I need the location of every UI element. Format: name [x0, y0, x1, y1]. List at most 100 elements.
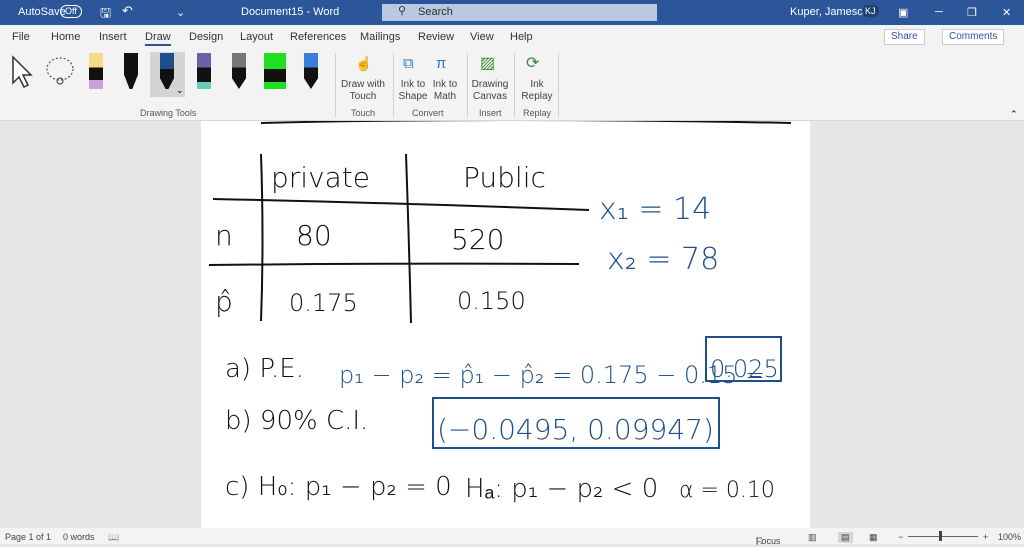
share-button[interactable]: Share — [884, 29, 925, 45]
tab-help[interactable]: Help — [510, 31, 533, 43]
group-convert: Convert — [412, 108, 444, 118]
ink-col-public: Public — [463, 161, 546, 194]
group-insert: Insert — [479, 108, 502, 118]
ink-line — [260, 153, 264, 322]
drawing-canvas-icon[interactable]: ▨ — [480, 53, 495, 73]
document-title: Document15 - Word — [241, 6, 340, 18]
autosave-label: AutoSave — [18, 6, 66, 18]
ink-part-c-h0: c) H₀: p₁ − p₂ = 0 — [225, 472, 452, 502]
ink-to-shape-icon[interactable]: ⧉ — [403, 55, 414, 72]
ink-replay-icon[interactable]: ⟳ — [526, 53, 539, 73]
select-arrow-icon[interactable] — [10, 55, 36, 89]
separator — [393, 53, 394, 117]
focus-label: Focus — [756, 536, 781, 546]
tab-file[interactable]: File — [12, 31, 30, 43]
user-name[interactable]: Kuper, Jameson — [790, 6, 870, 18]
ink-canvas: private Public n p̂ 80 520 0.175 0.150 x… — [208, 119, 792, 504]
search-box[interactable]: Search — [382, 4, 657, 21]
tab-layout[interactable]: Layout — [240, 31, 273, 43]
ink-part-a-label: a) P.E. — [225, 354, 304, 384]
group-drawing-tools: Drawing Tools — [140, 108, 197, 118]
web-layout-icon[interactable]: ▦ — [869, 532, 878, 543]
ink-line — [212, 198, 590, 211]
ink-part-b-result: (−0.0495, 0.09947) — [437, 413, 714, 446]
undo-icon[interactable]: ↶ — [122, 3, 133, 19]
ink-to-math-icon[interactable]: π — [436, 55, 446, 72]
ink-p-private: 0.175 — [289, 289, 358, 317]
ink-part-a-result: 0.025 — [710, 355, 779, 383]
document-page[interactable]: private Public n p̂ 80 520 0.175 0.150 x… — [201, 119, 810, 528]
ribbon: ⌄ Drawing Tools ☝ Draw with Touch Touch … — [0, 47, 1024, 121]
save-icon[interactable]: 🖫 — [100, 4, 111, 26]
page-count[interactable]: Page 1 of 1 — [5, 532, 51, 542]
search-icon: ⚲ — [398, 5, 407, 17]
tab-design[interactable]: Design — [189, 31, 223, 43]
tab-mailings[interactable]: Mailings — [360, 31, 400, 43]
group-replay: Replay — [523, 108, 552, 118]
ink-line-cutoff — [260, 119, 792, 124]
drawing-canvas-button[interactable]: Drawing Canvas — [470, 79, 510, 103]
separator — [558, 53, 559, 117]
read-mode-icon[interactable]: ▥ — [808, 532, 817, 543]
close-icon[interactable]: ✕ — [1002, 6, 1011, 19]
lasso-icon[interactable] — [44, 55, 76, 89]
highlighter-icon[interactable] — [264, 53, 286, 89]
collapse-ribbon-icon[interactable]: ⌃ — [1010, 109, 1018, 120]
ink-to-math-button[interactable]: Ink to Math — [430, 79, 460, 103]
draw-with-touch-icon[interactable]: ☝ — [355, 55, 372, 72]
action-pen-icon[interactable] — [304, 53, 318, 89]
restore-icon[interactable]: ❐ — [967, 6, 977, 19]
word-count[interactable]: 0 words — [63, 532, 95, 542]
ink-to-shape-button[interactable]: Ink to Shape — [398, 79, 428, 103]
minimize-icon[interactable]: ─ — [935, 6, 943, 18]
chevron-down-icon[interactable]: ⌄ — [176, 85, 184, 96]
comments-button[interactable]: Comments — [942, 29, 1005, 45]
tab-insert[interactable]: Insert — [99, 31, 127, 43]
ink-part-c-alpha: α = 0.10 — [679, 478, 775, 503]
separator — [514, 53, 515, 117]
ink-replay-button[interactable]: Ink Replay — [518, 79, 556, 103]
separator — [467, 53, 468, 117]
pencil-icon[interactable] — [232, 53, 246, 89]
share-label: Share — [891, 31, 918, 42]
customize-qat-icon[interactable]: ⌄ — [176, 6, 185, 19]
print-layout-icon[interactable]: ▤ — [838, 532, 853, 543]
ink-n-public: 520 — [451, 223, 504, 256]
tab-view[interactable]: View — [470, 31, 494, 43]
title-bar: AutoSave Off 🖫 ↶ ⌄ Document15 - Word Sea… — [0, 0, 1024, 25]
tab-draw[interactable]: Draw — [145, 31, 171, 46]
zoom-level[interactable]: 100% — [998, 532, 1021, 542]
status-bar: Page 1 of 1 0 words 📖 ⛶ Focus ▥ ▤ ▦ − + … — [0, 528, 1024, 546]
ink-row-phat: p̂ — [215, 285, 233, 318]
eraser-icon[interactable] — [89, 53, 103, 89]
ink-part-a-expression: p₁ − p₂ = p̂₁ − p̂₂ = 0.175 − 0.15 = — [339, 361, 765, 389]
zoom-slider-thumb[interactable] — [939, 531, 942, 541]
group-touch: Touch — [351, 108, 376, 118]
separator — [335, 53, 336, 117]
ink-x2: x₂ = 78 — [607, 242, 719, 277]
tab-review[interactable]: Review — [418, 31, 454, 43]
ribbon-tabs: File Home Insert Draw Design Layout Refe… — [0, 25, 1024, 47]
tab-home[interactable]: Home — [51, 31, 80, 43]
pen-black-icon[interactable] — [124, 53, 138, 89]
zoom-in-button[interactable]: + — [983, 532, 988, 542]
autosave-toggle[interactable]: Off — [60, 5, 82, 18]
ink-part-b-label: b) 90% C.I. — [225, 406, 368, 436]
ink-p-public: 0.150 — [457, 287, 526, 315]
ink-line — [405, 153, 412, 324]
zoom-slider[interactable] — [908, 536, 978, 537]
tab-references[interactable]: References — [290, 31, 346, 43]
ink-part-c-ha: Hₐ: p₁ − p₂ < 0 — [465, 474, 658, 504]
draw-with-touch-button[interactable]: Draw with Touch — [340, 79, 386, 103]
ink-x1: x₁ = 14 — [599, 192, 711, 227]
ink-n-private: 80 — [296, 219, 332, 252]
search-label: Search — [418, 6, 453, 18]
avatar[interactable]: KJ — [862, 5, 879, 17]
pen-galaxy-icon[interactable] — [197, 53, 211, 89]
ribbon-display-icon[interactable]: ▣ — [898, 6, 908, 19]
ink-row-n: n — [215, 219, 233, 252]
ink-line — [208, 262, 580, 266]
zoom-out-button[interactable]: − — [898, 532, 903, 542]
proofing-icon[interactable]: 📖 — [108, 532, 119, 543]
ink-col-private: private — [271, 161, 370, 194]
